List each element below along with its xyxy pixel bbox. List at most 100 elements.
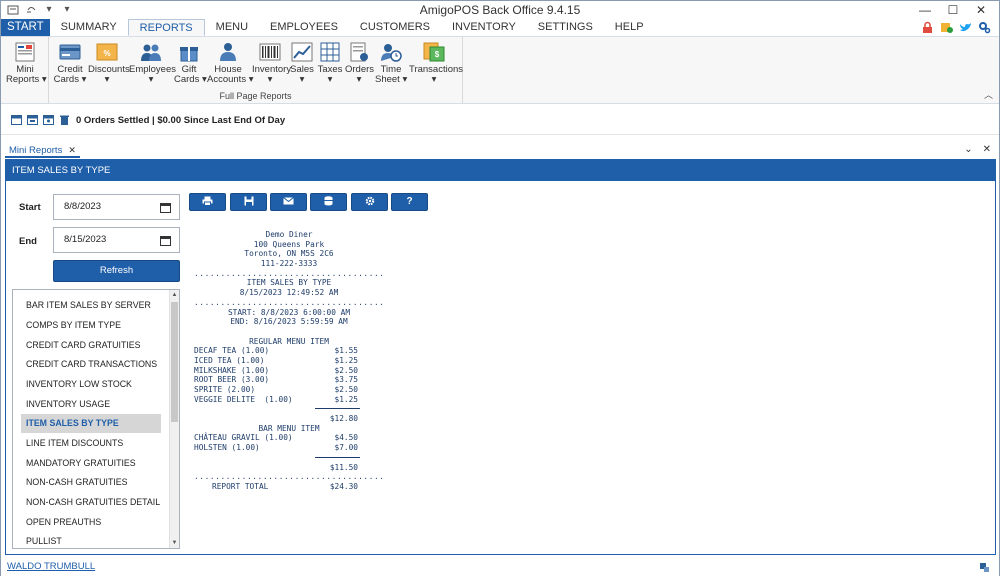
house-accounts-button[interactable]: House Accounts ▾ — [207, 41, 254, 85]
close-tab-icon[interactable]: ✕ — [68, 145, 76, 156]
doc-tab-label: Mini Reports — [9, 144, 63, 156]
discounts-button[interactable]: % Discounts ▾ — [88, 41, 130, 85]
minimize-button[interactable]: — — [911, 1, 939, 19]
list-scrollbar[interactable]: ▲ ▼ — [169, 290, 179, 548]
receipt-line-item: SPRITE (2.00) $2.50 — [194, 385, 358, 394]
receipt-report-title: ITEM SALES BY TYPE — [246, 278, 332, 288]
scroll-thumb[interactable] — [171, 302, 178, 422]
orders-button[interactable]: Orders ▾ — [345, 41, 374, 85]
inventory-button[interactable]: Inventory ▾ — [252, 41, 291, 85]
calendar-month-icon[interactable] — [43, 114, 54, 125]
list-item[interactable]: COMPS BY ITEM TYPE — [21, 316, 161, 335]
barcode-icon — [259, 43, 281, 61]
mini-reports-button[interactable]: Mini Reports ▾ — [6, 41, 47, 85]
end-date-field[interactable]: 8/15/2023 — [53, 227, 180, 253]
scroll-up-icon[interactable]: ▲ — [170, 290, 179, 300]
collapse-ribbon-icon[interactable]: ︿ — [984, 88, 993, 101]
employees-button[interactable]: Employees ▾ — [129, 41, 176, 85]
ribbon-group-mini: Mini Reports ▾ — [1, 37, 49, 103]
receipt-subtotal-rule — [194, 404, 384, 414]
time-sheet-button[interactable]: Time Sheet ▾ — [375, 41, 407, 85]
ribbon-tabs: START SUMMARY REPORTS MENU EMPLOYEES CUS… — [1, 19, 999, 36]
start-date-field[interactable]: 8/8/2023 — [53, 194, 180, 220]
calendar-picker-icon[interactable] — [160, 235, 171, 246]
list-item[interactable]: LINE ITEM DISCOUNTS — [21, 434, 161, 453]
settings-cog-icon[interactable] — [978, 21, 991, 34]
list-item[interactable]: NON-CASH GRATUITIES — [21, 473, 161, 492]
receipt-business-name: Demo Diner — [265, 230, 313, 239]
tab-customers[interactable]: CUSTOMERS — [349, 19, 441, 36]
taxes-icon — [320, 42, 340, 62]
tab-employees[interactable]: EMPLOYEES — [259, 19, 349, 36]
report-preview: Demo Diner 100 Queens Park Toronto, ON M… — [194, 230, 384, 492]
receipt-line-item: DECAF TEA (1.00) $1.55 — [194, 346, 358, 356]
close-document-icon[interactable]: ✕ — [983, 144, 991, 155]
receipt-address: 100 Queens Park — [253, 239, 325, 249]
report-list: BAR ITEM SALES BY SERVER COMPS BY ITEM T… — [12, 289, 180, 549]
taxes-button[interactable]: Taxes ▾ — [317, 41, 343, 85]
list-item-selected[interactable]: ITEM SALES BY TYPE — [21, 414, 161, 433]
receipt-section-title: REGULAR MENU ITEM — [249, 336, 329, 346]
sales-button[interactable]: Sales ▾ — [290, 41, 314, 85]
email-button[interactable] — [270, 193, 307, 211]
settled-status-text: 0 Orders Settled | $0.00 Since Last End … — [76, 115, 286, 126]
refresh-button[interactable]: Refresh — [53, 260, 180, 282]
list-item[interactable]: CREDIT CARD GRATUITIES — [21, 336, 161, 355]
trash-icon[interactable] — [59, 114, 70, 125]
start-label: Start — [19, 202, 41, 213]
list-item[interactable]: CREDIT CARD TRANSACTIONS — [21, 355, 161, 374]
tab-help[interactable]: HELP — [604, 19, 655, 36]
list-item[interactable]: OPEN PREAUTHS — [21, 513, 161, 532]
tab-summary[interactable]: SUMMARY — [50, 19, 128, 36]
transactions-button[interactable]: $ Transactions ▾ — [409, 41, 463, 85]
print-button[interactable] — [189, 193, 226, 211]
list-item[interactable]: MANDATORY GRATUITIES — [21, 454, 161, 473]
transactions-icon: $ — [423, 42, 445, 62]
receipt-section-title: BAR MENU ITEM — [258, 423, 320, 433]
list-item[interactable]: BAR ITEM SALES BY SERVER — [21, 296, 161, 315]
credit-cards-button[interactable]: Credit Cards ▾ — [53, 41, 87, 85]
calendar-icon[interactable] — [11, 114, 22, 125]
list-item[interactable]: PULLIST — [21, 532, 161, 548]
list-item[interactable]: NON-CASH GRATUITIES DETAIL — [21, 493, 161, 512]
tab-inventory[interactable]: INVENTORY — [441, 19, 527, 36]
calendar-picker-icon[interactable] — [160, 202, 171, 213]
tab-start[interactable]: START — [1, 19, 50, 36]
twitter-icon[interactable] — [959, 21, 972, 34]
current-user-link[interactable]: WALDO TRUMBULL — [7, 561, 95, 572]
help-button[interactable]: ? — [391, 193, 428, 211]
list-item[interactable]: INVENTORY LOW STOCK — [21, 375, 161, 394]
document-controls: ⌄ ✕ — [964, 144, 991, 155]
ribbon-group-label: Full Page Reports — [219, 91, 292, 101]
email-icon — [283, 197, 294, 205]
window-title: AmigoPOS Back Office 9.4.15 — [419, 3, 581, 17]
app-window: ▾ ▾ AmigoPOS Back Office 9.4.15 — ☐ ✕ ST… — [0, 0, 1000, 576]
sales-chart-icon — [291, 42, 313, 62]
receipt-timestamp: 8/15/2023 12:49:52 AM — [239, 288, 339, 298]
receipt-line-item: CHÂTEAU GRAVIL (1.00) $4.50 — [194, 433, 358, 443]
tab-settings[interactable]: SETTINGS — [527, 19, 604, 36]
list-item[interactable]: INVENTORY USAGE — [21, 395, 161, 414]
scroll-down-icon[interactable]: ▼ — [170, 538, 179, 548]
tab-menu[interactable]: MENU — [205, 19, 259, 36]
gift-icon — [180, 47, 198, 62]
settings-button[interactable] — [351, 193, 388, 211]
calendar-week-icon[interactable] — [27, 114, 38, 125]
lock-icon[interactable] — [921, 21, 934, 34]
database-button[interactable] — [310, 193, 347, 211]
receipt-phone: 111-222-3333 — [260, 259, 318, 269]
employees-icon — [141, 44, 161, 61]
receipt-line-item: ROOT BEER (3.00) $3.75 — [194, 375, 358, 385]
save-button[interactable] — [230, 193, 267, 211]
receipt-subtotal-rule — [194, 453, 384, 463]
close-button[interactable]: ✕ — [967, 1, 995, 19]
credit-card-icon — [59, 44, 81, 60]
maximize-button[interactable]: ☐ — [939, 1, 967, 19]
tab-mini-reports[interactable]: Mini Reports ✕ — [5, 144, 80, 158]
tab-reports[interactable]: REPORTS — [127, 19, 205, 36]
ribbon: Mini Reports ▾ Credit Cards ▾ % Discount… — [1, 36, 999, 104]
notification-icon[interactable] — [940, 21, 953, 34]
receipt-total: REPORT TOTAL $24.30 — [212, 481, 358, 491]
chevron-down-icon[interactable]: ⌄ — [964, 144, 972, 155]
gift-cards-button[interactable]: Gift Cards ▾ — [174, 41, 207, 85]
